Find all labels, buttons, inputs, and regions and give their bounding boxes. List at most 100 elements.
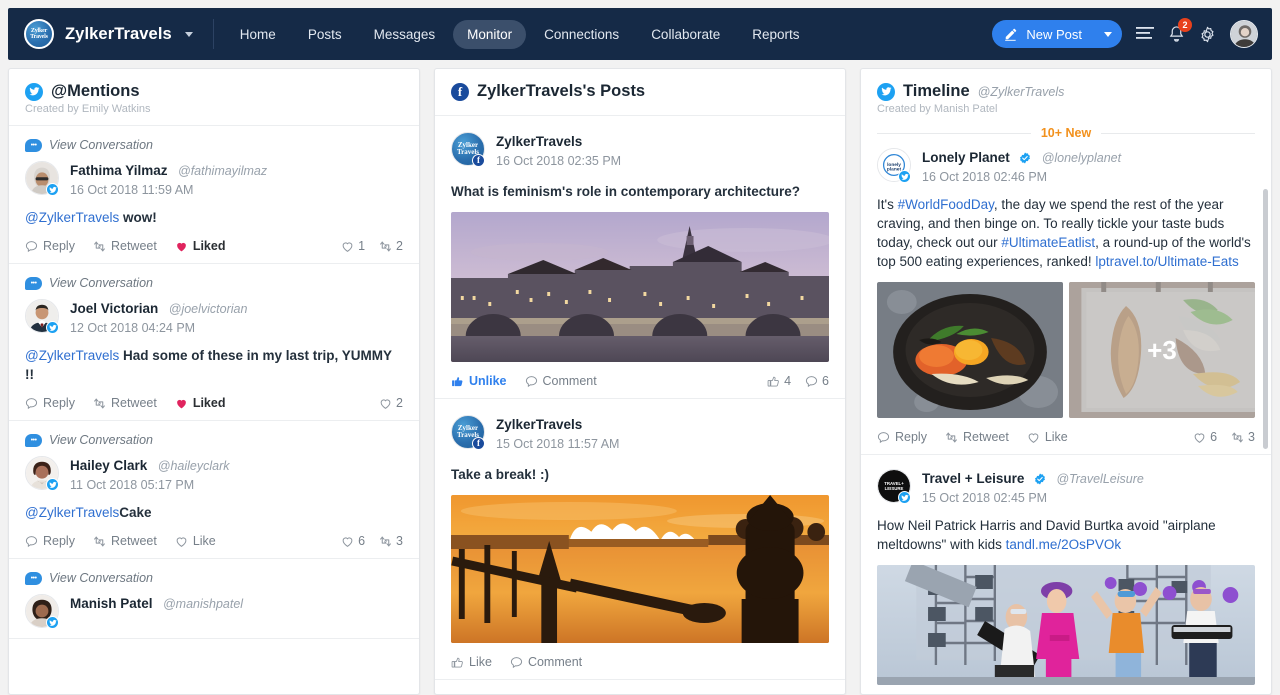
post-media[interactable]	[451, 212, 829, 362]
avatar[interactable]	[25, 299, 59, 333]
author-name: Lonely Planet	[922, 150, 1010, 165]
reply-action[interactable]: Reply	[877, 430, 927, 444]
view-conversation-link[interactable]: View Conversation	[25, 276, 403, 290]
like-count: 6	[1193, 430, 1217, 444]
retweet-action[interactable]: Retweet	[93, 239, 157, 253]
nav-item-messages[interactable]: Messages	[360, 20, 450, 49]
brand[interactable]: Zylker Travels ZylkerTravels	[24, 19, 211, 49]
nav-item-reports[interactable]: Reports	[738, 20, 813, 49]
post-item[interactable]: View Conversation	[9, 559, 419, 639]
post-item[interactable]: Zylker Travels f ZylkerTravels 16 Oct 20…	[435, 116, 845, 399]
new-items-separator[interactable]: 10+ New	[861, 119, 1271, 142]
external-link[interactable]: tandl.me/2OsPVOk	[1006, 537, 1122, 552]
twitter-source-icon	[898, 491, 911, 504]
author-handle: @joelvictorian	[169, 302, 248, 316]
menu-icon[interactable]	[1136, 26, 1154, 42]
reply-action[interactable]: Reply	[25, 396, 75, 410]
avatar[interactable]: TRAVEL+ LEISURE	[877, 469, 911, 503]
column-subtitle: Created by Manish Patel	[877, 103, 1255, 115]
post-stats: 2	[379, 396, 403, 410]
post-stats: 1 2	[341, 239, 403, 253]
retweet-action[interactable]: Retweet	[93, 396, 157, 410]
heart-icon	[1027, 431, 1040, 444]
retweet-action[interactable]: Retweet	[945, 430, 1009, 444]
like-action[interactable]: Unlike	[451, 374, 507, 388]
comment-action[interactable]: Comment	[510, 655, 582, 669]
media-item[interactable]: +3	[1069, 282, 1255, 418]
nav-item-monitor[interactable]: Monitor	[453, 20, 526, 49]
chevron-down-icon[interactable]	[1104, 32, 1112, 37]
reply-action[interactable]: Reply	[25, 534, 75, 548]
new-post-button[interactable]: New Post	[992, 20, 1122, 48]
author-name: Joel Victorian	[70, 301, 158, 316]
like-count: 4	[767, 374, 791, 388]
column-scrollbar[interactable]	[1263, 189, 1268, 449]
view-conversation-link[interactable]: View Conversation	[25, 433, 403, 447]
avatar[interactable]	[25, 161, 59, 195]
view-conversation-link[interactable]: View Conversation	[25, 571, 403, 585]
column-body-mentions[interactable]: View Conversation	[9, 126, 419, 694]
avatar[interactable]	[25, 456, 59, 490]
like-action[interactable]: Liked	[175, 239, 226, 253]
post-media[interactable]	[877, 565, 1255, 685]
author-handle: @TravelLeisure	[1056, 472, 1144, 486]
post-item[interactable]: lonely planet Lonely Planet @lon	[861, 142, 1271, 455]
author-handle: @fathimayilmaz	[178, 164, 267, 178]
post-item[interactable]: View Conversation	[9, 126, 419, 264]
reply-label: Reply	[43, 239, 75, 253]
twitter-bird-glyph	[29, 86, 40, 97]
external-link[interactable]: lptravel.to/Ultimate-Eats	[1095, 254, 1238, 269]
column-body-timeline[interactable]: lonely planet Lonely Planet @lon	[861, 142, 1271, 694]
more-media-overlay[interactable]: +3	[1069, 282, 1255, 418]
mention-link[interactable]: @ZylkerTravels	[25, 348, 119, 363]
author-row: Fathima Yilmaz @fathimayilmaz 16 Oct 201…	[25, 161, 403, 197]
reply-action[interactable]: Reply	[25, 239, 75, 253]
like-action[interactable]: Liked	[175, 396, 226, 410]
avatar[interactable]: lonely planet	[877, 148, 911, 182]
nav-item-home[interactable]: Home	[226, 20, 290, 49]
new-post-label: New Post	[1026, 27, 1082, 42]
avatar[interactable]: Zylker Travels f	[451, 132, 485, 166]
nav-item-connections[interactable]: Connections	[530, 20, 633, 49]
gear-icon[interactable]	[1199, 26, 1216, 43]
like-action[interactable]: Like	[451, 655, 492, 669]
view-conversation-link[interactable]: View Conversation	[25, 138, 403, 152]
post-item[interactable]: Zylker Travels f ZylkerTravels 15 Oct 20…	[435, 399, 845, 680]
like-action[interactable]: Like	[175, 534, 216, 548]
nav-item-posts[interactable]: Posts	[294, 20, 356, 49]
author-row: Zylker Travels f ZylkerTravels 15 Oct 20…	[451, 415, 829, 451]
comment-action[interactable]: Comment	[525, 374, 597, 388]
like-action[interactable]: Like	[1027, 430, 1068, 444]
avatar[interactable]	[25, 594, 59, 628]
chevron-down-icon[interactable]	[185, 32, 193, 37]
post-timestamp: 15 Oct 2018 02:45 PM	[922, 491, 1144, 505]
column-body-posts[interactable]: Zylker Travels f ZylkerTravels 16 Oct 20…	[435, 116, 845, 694]
retweet-action[interactable]: Retweet	[93, 534, 157, 548]
sydney-opera-house-sunset-photo	[451, 495, 829, 643]
author-name: ZylkerTravels	[496, 134, 582, 149]
conversation-icon	[25, 572, 42, 585]
hashtag-link[interactable]: #WorldFoodDay	[898, 197, 994, 212]
nav-label-posts: Posts	[308, 27, 342, 42]
post-actions: Reply Retweet Liked	[25, 396, 403, 410]
post-item[interactable]: View Conversation	[9, 264, 419, 421]
post-media[interactable]	[451, 495, 829, 643]
post-item[interactable]: View Conversation	[9, 421, 419, 559]
mention-link[interactable]: @ZylkerTravels	[25, 210, 119, 225]
post-actions: Unlike Comment 4	[451, 374, 829, 388]
post-item[interactable]: TRAVEL+ LEISURE Travel + Leisure	[861, 455, 1271, 694]
notification-bell-icon[interactable]: 2	[1168, 25, 1185, 43]
column-subtitle: Created by Emily Watkins	[25, 103, 403, 115]
mention-link[interactable]: @ZylkerTravels	[25, 505, 119, 520]
avatar[interactable]: Zylker Travels f	[451, 415, 485, 449]
nav-item-collaborate[interactable]: Collaborate	[637, 20, 734, 49]
media-item[interactable]	[877, 282, 1063, 418]
nav-label-messages: Messages	[374, 27, 436, 42]
twitter-icon	[877, 83, 895, 101]
twitter-bird-glyph	[49, 324, 57, 332]
retweet-label: Retweet	[111, 534, 157, 548]
retweet-icon	[379, 535, 392, 548]
user-avatar[interactable]	[1230, 20, 1258, 48]
hashtag-link[interactable]: #UltimateEatlist	[1001, 235, 1095, 250]
like-label: Liked	[193, 239, 226, 253]
